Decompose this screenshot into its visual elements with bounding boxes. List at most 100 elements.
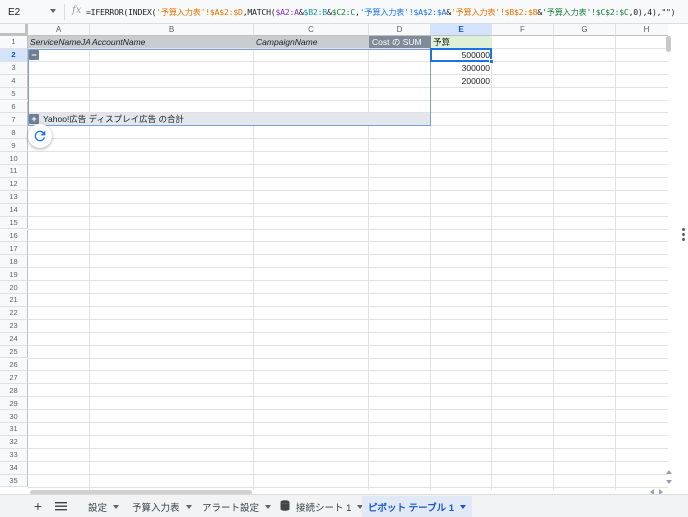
row-header-29[interactable]: 29 [0,397,28,411]
row-gridline [28,383,668,385]
row-gridline [28,318,668,320]
refresh-pivot-button[interactable] [28,124,52,149]
formula-bar-divider [64,4,65,20]
row-gridline [28,280,668,282]
row-header-21[interactable]: 21 [0,294,28,307]
sheet-tab-5[interactable]: ピボット テーブル 1 [362,496,472,517]
chevron-down-icon[interactable] [265,504,272,509]
collapse-group-button[interactable]: − [29,49,39,60]
all-sheets-menu-icon[interactable] [54,499,68,513]
active-cell-selection[interactable] [430,47,492,62]
budget-header[interactable]: 予算 [431,36,492,48]
add-sheet-icon[interactable]: + [31,498,45,514]
row-header-23[interactable]: 23 [0,319,28,333]
budget-value-cell[interactable]: 200000 [431,75,492,87]
row-gridline [28,151,668,153]
formula-token: =IFERROR(INDEX( [86,7,157,17]
column-header-f[interactable]: F [492,24,554,36]
formula-token: '予算入力表'!$B$2:$B [450,7,538,17]
row-header-14[interactable]: 14 [0,203,28,217]
name-box[interactable]: E2 [0,3,62,21]
fill-handle[interactable] [489,58,494,64]
row-header-13[interactable]: 13 [0,190,28,204]
row-header-35[interactable]: 35 [0,474,28,488]
column-gridline [553,36,554,490]
row-header-10[interactable]: 10 [0,152,28,165]
row-header-20[interactable]: 20 [0,281,28,294]
row-header-31[interactable]: 31 [0,423,28,436]
row-header-16[interactable]: 16 [0,229,28,243]
formula-input[interactable]: =IFERROR(INDEX('予算入力表'!$A$2:$D,MATCH($A2… [86,6,676,18]
vertical-scrollbar[interactable] [664,24,674,490]
spreadsheet-grid[interactable]: A B C D E F G H 1 2 3 4 5 6 7 8 9 10 11 12 13 14 15 16 17 18 19 20 2… [0,24,668,490]
scroll-up-arrow-icon[interactable] [666,470,672,474]
row-header-5[interactable]: 5 [0,87,28,101]
row-header-2[interactable]: 2 [0,48,28,62]
row-header-7[interactable]: 7 [0,113,28,127]
side-panel-more-icon[interactable] [682,228,685,243]
scroll-down-arrow-icon[interactable] [666,480,672,484]
row-gridline [28,447,668,449]
pivot-group-total-row: + Yahoo!広告 ディスプレイ広告 の合計 [28,113,431,126]
row-header-18[interactable]: 18 [0,255,28,269]
chevron-down-icon[interactable] [50,9,56,13]
chevron-down-icon[interactable] [460,504,466,509]
column-header-d[interactable]: D [369,24,431,36]
sheet-tab-label: アラート設定 [202,502,260,514]
row-header-26[interactable]: 26 [0,358,28,372]
row-header-30[interactable]: 30 [0,410,28,423]
row-header-34[interactable]: 34 [0,461,28,475]
row-header-25[interactable]: 25 [0,345,28,359]
pivot-header-service[interactable]: ServiceNameJA [28,36,90,48]
sheet-tab-1[interactable]: 設定 [82,496,125,517]
row-header-12[interactable]: 12 [0,177,28,191]
pivot-header-cost-sum[interactable]: Cost の SUM [369,36,431,48]
column-header-b[interactable]: B [90,24,254,36]
row-gridline [28,331,668,333]
sheet-tab-label: 接続シート 1 [296,502,352,514]
chevron-down-icon[interactable] [113,504,120,509]
row-header-33[interactable]: 33 [0,448,28,462]
row-header-6[interactable]: 6 [0,100,28,114]
column-header-h[interactable]: H [616,24,668,36]
row-header-17[interactable]: 17 [0,242,28,256]
formula-token: '予算入力表'!$A$2:$D [156,7,243,17]
row-header-28[interactable]: 28 [0,384,28,398]
row-header-24[interactable]: 24 [0,332,28,346]
vertical-scrollbar-thumb[interactable] [666,36,671,52]
sheet-tab-3[interactable]: アラート設定 [196,496,277,517]
row-header-3[interactable]: 3 [0,61,28,75]
row-gridline [28,396,668,398]
formula-token: $A2:A [275,7,299,17]
select-all-corner[interactable] [0,24,28,36]
sheet-tab-2[interactable]: 予算入力表 [126,496,198,517]
pivot-header-campaign[interactable]: CampaignName [254,36,369,48]
row-header-8[interactable]: 8 [0,126,28,140]
expand-group-button[interactable]: + [29,114,39,125]
formula-token: '予算入力表'!$A$2:$A [359,7,447,17]
column-header-g[interactable]: G [554,24,616,36]
row-header-19[interactable]: 19 [0,268,28,282]
row-header-4[interactable]: 4 [0,74,28,88]
row-gridline [28,241,668,243]
sheet-tab-label: ピボット テーブル 1 [368,502,454,514]
chevron-down-icon[interactable] [185,504,192,509]
row-header-27[interactable]: 27 [0,371,28,385]
row-header-11[interactable]: 11 [0,165,28,178]
sheet-tab-label: 設定 [88,502,108,514]
column-header-a[interactable]: A [28,24,90,36]
row-gridline [28,228,668,230]
sheet-tab-4[interactable]: 接続シート 1 [274,496,369,517]
row-gridline [28,176,668,178]
row-header-1[interactable]: 1 [0,36,28,49]
row-header-22[interactable]: 22 [0,306,28,320]
row-header-9[interactable]: 9 [0,139,28,153]
column-header-e[interactable]: E [431,24,492,36]
row-header-32[interactable]: 32 [0,435,28,449]
column-gridline [89,36,90,490]
pivot-header-account[interactable]: AccountName [90,36,254,48]
row-header-15[interactable]: 15 [0,216,28,230]
budget-value-cell[interactable]: 300000 [431,62,492,74]
row-gridline [28,164,668,165]
column-header-c[interactable]: C [254,24,369,36]
